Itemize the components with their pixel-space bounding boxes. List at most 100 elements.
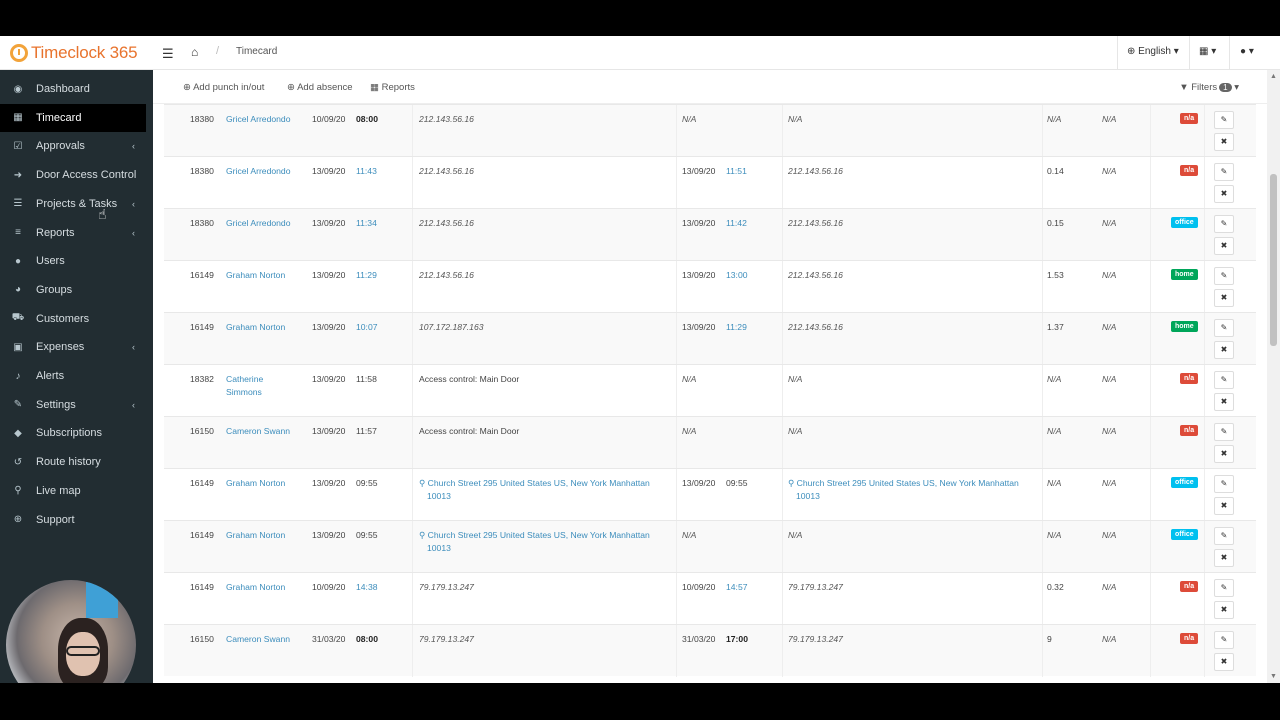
delete-button[interactable]: ✖ (1214, 445, 1234, 463)
delete-button[interactable]: ✖ (1214, 549, 1234, 567)
sidebar-item-alerts[interactable]: ♪ Alerts (0, 362, 153, 390)
punch-in-location[interactable]: ⚲ Church Street 295 United States US, Ne… (419, 529, 650, 542)
delete-button[interactable]: ✖ (1214, 289, 1234, 307)
column-divider (782, 625, 783, 677)
employee-name-link[interactable]: Graham Norton (226, 321, 285, 334)
sidebar-item-timecard[interactable]: ▦ Timecard (0, 103, 146, 132)
employee-id: 16149 (190, 322, 214, 332)
extra-value: N/A (1102, 426, 1117, 436)
edit-button[interactable]: ✎ (1214, 579, 1234, 597)
sidebar-item-live-map[interactable]: ⚲ Live map (0, 477, 153, 505)
employee-name-link[interactable]: Gricel Arredondo (226, 113, 291, 126)
employee-name-link[interactable]: Cameron Swann (226, 425, 290, 438)
delete-button[interactable]: ✖ (1214, 185, 1234, 203)
sidebar-item-route-history[interactable]: ↺ Route history (0, 448, 153, 476)
table-row: 16150 Cameron Swann 31/03/20 08:00 79.179.13… (164, 624, 1256, 677)
punch-in-time[interactable]: 11:34 (356, 217, 377, 230)
employee-name-link[interactable]: Graham Norton (226, 529, 285, 542)
table-row: 16149 Graham Norton 13/09/20 09:55 ⚲ Church … (164, 520, 1256, 573)
hamburger-menu-icon[interactable]: ☰ (162, 46, 174, 62)
punch-out-time[interactable]: 14:57 (726, 581, 748, 594)
reports-button[interactable]: ▦ Reports (370, 82, 415, 93)
top-header: Timeclock 365 ☰ ⌂ / Timecard ⊕ English ▾… (0, 36, 1280, 70)
chevron-left-icon: ‹ (132, 342, 135, 353)
sidebar-item-dashboard[interactable]: ◉ Dashboard (0, 75, 153, 103)
delete-button[interactable]: ✖ (1214, 393, 1234, 411)
user-menu[interactable]: ● ▾ (1240, 46, 1254, 57)
column-divider (1204, 625, 1205, 677)
employee-name-link[interactable]: Cameron Swann (226, 633, 290, 646)
logo[interactable]: Timeclock 365 (10, 43, 138, 63)
employee-name-link[interactable]: Simmons (226, 386, 262, 399)
employee-name-link[interactable]: Catherine (226, 373, 263, 386)
table-row: 18380 Gricel Arredondo 13/09/20 11:34 212.14… (164, 208, 1256, 261)
home-icon[interactable]: ⌂ (191, 45, 198, 59)
sidebar-item-subscriptions[interactable]: ◆ Subscriptions (0, 419, 153, 447)
delete-button[interactable]: ✖ (1214, 601, 1234, 619)
apps-menu[interactable]: ▦ ▾ (1199, 46, 1216, 57)
grid-icon: ▦ (1199, 46, 1209, 57)
column-divider (1204, 469, 1205, 521)
edit-button[interactable]: ✎ (1214, 111, 1234, 129)
column-divider (676, 261, 677, 313)
sidebar-item-label: Door Access Control (36, 169, 137, 182)
edit-button[interactable]: ✎ (1214, 631, 1234, 649)
add-punch-button[interactable]: ⊕ Add punch in/out (183, 82, 264, 93)
pencil-icon: ✎ (1220, 219, 1228, 228)
filters-button[interactable]: ▼ Filters 1 ▾ (1179, 82, 1239, 93)
punch-in-location[interactable]: ⚲ Church Street 295 United States US, Ne… (419, 477, 650, 490)
employee-name-link[interactable]: Gricel Arredondo (226, 217, 291, 230)
delete-button[interactable]: ✖ (1214, 497, 1234, 515)
delete-button[interactable]: ✖ (1214, 653, 1234, 671)
delete-button[interactable]: ✖ (1214, 133, 1234, 151)
sidebar-item-expenses[interactable]: ▣ Expenses ‹ (0, 333, 153, 361)
punch-out-time[interactable]: 11:29 (726, 321, 747, 334)
punch-out-time[interactable]: 11:51 (726, 165, 747, 178)
delete-button[interactable]: ✖ (1214, 341, 1234, 359)
sidebar-item-label: Groups (36, 283, 73, 296)
sidebar-item-customers[interactable]: ⛟ Customers (0, 305, 153, 333)
sidebar-item-reports[interactable]: ≡ Reports ‹ (0, 219, 153, 247)
column-divider (1204, 573, 1205, 625)
edit-button[interactable]: ✎ (1214, 527, 1234, 545)
sidebar-item-support[interactable]: ⊕ Support (0, 506, 153, 534)
sidebar-item-door-access-control[interactable]: ➜ Door Access Control (0, 161, 153, 189)
language-selector[interactable]: ⊕ English ▾ (1127, 46, 1179, 57)
scroll-down-icon[interactable]: ▼ (1270, 673, 1277, 680)
punch-in-time[interactable]: 14:38 (356, 581, 378, 594)
punch-out-location[interactable]: ⚲ Church Street 295 United States US, Ne… (788, 477, 1019, 490)
sidebar-item-settings[interactable]: ✎ Settings ‹ (0, 391, 153, 419)
scroll-up-icon[interactable]: ▲ (1270, 73, 1277, 80)
punch-in-time[interactable]: 11:43 (356, 165, 377, 178)
punch-in-time[interactable]: 11:29 (356, 269, 377, 282)
table-row: 18380 Gricel Arredondo 10/09/20 08:00 212.14… (164, 104, 1256, 157)
edit-button[interactable]: ✎ (1214, 371, 1234, 389)
add-absence-button[interactable]: ⊕ Add absence (287, 82, 353, 93)
punch-out-time[interactable]: 11:42 (726, 217, 747, 230)
punch-in-time[interactable]: 10:07 (356, 321, 378, 334)
page-scrollbar[interactable]: ▲ ▼ (1267, 70, 1280, 683)
sidebar-item-approvals[interactable]: ☑ Approvals ‹ (0, 132, 153, 160)
edit-button[interactable]: ✎ (1214, 319, 1234, 337)
punch-out-location-zip[interactable]: 10013 (796, 490, 820, 503)
punch-in-location: 79.179.13.247 (419, 634, 474, 644)
edit-button[interactable]: ✎ (1214, 475, 1234, 493)
employee-name-link[interactable]: Graham Norton (226, 477, 285, 490)
employee-name-link[interactable]: Gricel Arredondo (226, 165, 291, 178)
edit-button[interactable]: ✎ (1214, 267, 1234, 285)
sidebar-item-projects-tasks[interactable]: ☰ Projects & Tasks ‹ (0, 190, 153, 218)
delete-button[interactable]: ✖ (1214, 237, 1234, 255)
employee-name-link[interactable]: Graham Norton (226, 269, 285, 282)
close-icon: ✖ (1220, 241, 1228, 250)
sidebar-item-groups[interactable]: ◕ Groups (0, 276, 153, 304)
edit-button[interactable]: ✎ (1214, 163, 1234, 181)
punch-out-time[interactable]: 13:00 (726, 269, 748, 282)
edit-button[interactable]: ✎ (1214, 215, 1234, 233)
punch-out-location: 212.143.56.16 (788, 218, 843, 228)
scroll-thumb[interactable] (1270, 174, 1277, 346)
punch-in-location-zip[interactable]: 10013 (427, 542, 451, 555)
punch-in-location-zip[interactable]: 10013 (427, 490, 451, 503)
employee-name-link[interactable]: Graham Norton (226, 581, 285, 594)
sidebar-item-users[interactable]: ● Users (0, 247, 153, 275)
edit-button[interactable]: ✎ (1214, 423, 1234, 441)
